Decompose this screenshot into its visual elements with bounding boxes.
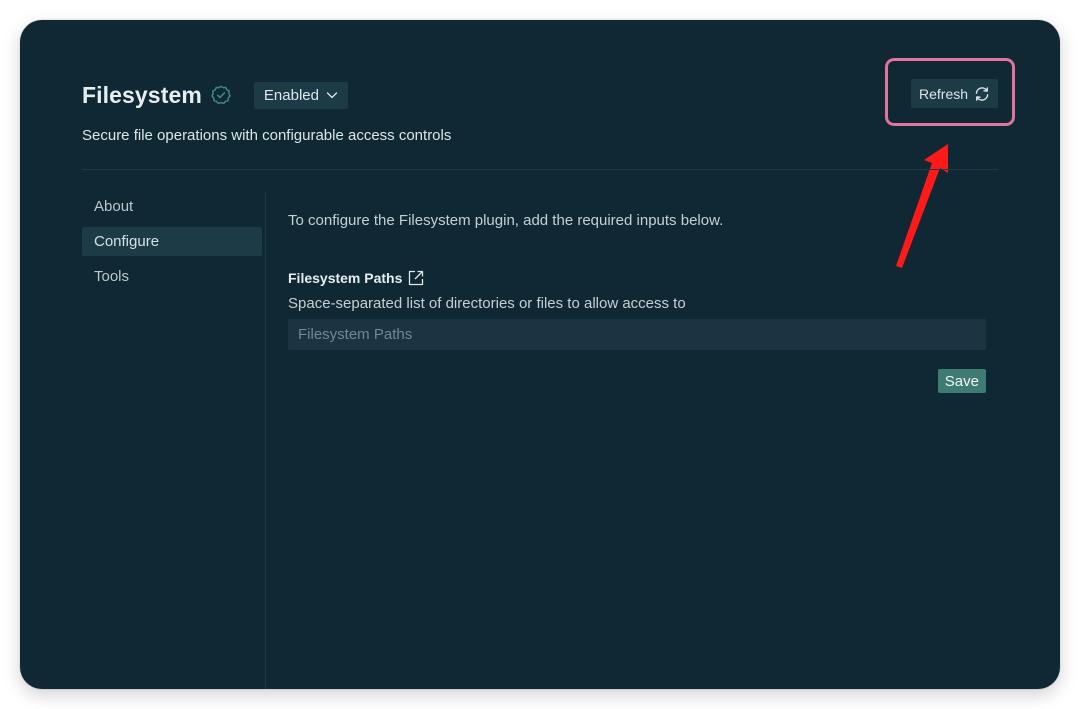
field-label-row: Filesystem Paths bbox=[288, 269, 986, 287]
refresh-icon bbox=[975, 86, 989, 101]
filesystem-paths-description: Space-separated list of directories or f… bbox=[288, 295, 686, 312]
header-divider bbox=[82, 169, 998, 170]
filesystem-paths-input[interactable] bbox=[288, 319, 986, 350]
status-dropdown-value: Enabled bbox=[263, 86, 319, 104]
page-title: Filesystem bbox=[82, 81, 202, 108]
save-button[interactable]: Save bbox=[937, 369, 986, 393]
verified-badge-icon bbox=[211, 85, 231, 105]
sidebar-item-configure[interactable]: Configure bbox=[82, 227, 262, 256]
page-subtitle: Secure file operations with configurable… bbox=[82, 127, 452, 144]
refresh-button-label: Refresh bbox=[919, 85, 969, 102]
refresh-button[interactable]: Refresh bbox=[911, 79, 999, 108]
status-dropdown[interactable]: Enabled bbox=[253, 81, 348, 109]
configure-intro: To configure the Filesystem plugin, add … bbox=[288, 212, 724, 229]
sidebar-divider bbox=[265, 192, 266, 689]
configure-panel: To configure the Filesystem plugin, add … bbox=[288, 212, 986, 393]
filesystem-paths-label: Filesystem Paths bbox=[288, 270, 403, 286]
sidebar-item-about[interactable]: About bbox=[82, 192, 262, 221]
chevron-down-icon bbox=[326, 92, 338, 99]
title-row: Filesystem Enabled bbox=[82, 80, 348, 110]
sidebar-item-tools[interactable]: Tools bbox=[82, 262, 262, 291]
save-row: Save bbox=[288, 369, 986, 393]
sidebar: About Configure Tools bbox=[82, 192, 262, 297]
app-window: Filesystem Enabled Secure file operation… bbox=[20, 20, 1060, 689]
external-link-icon[interactable] bbox=[407, 269, 425, 287]
